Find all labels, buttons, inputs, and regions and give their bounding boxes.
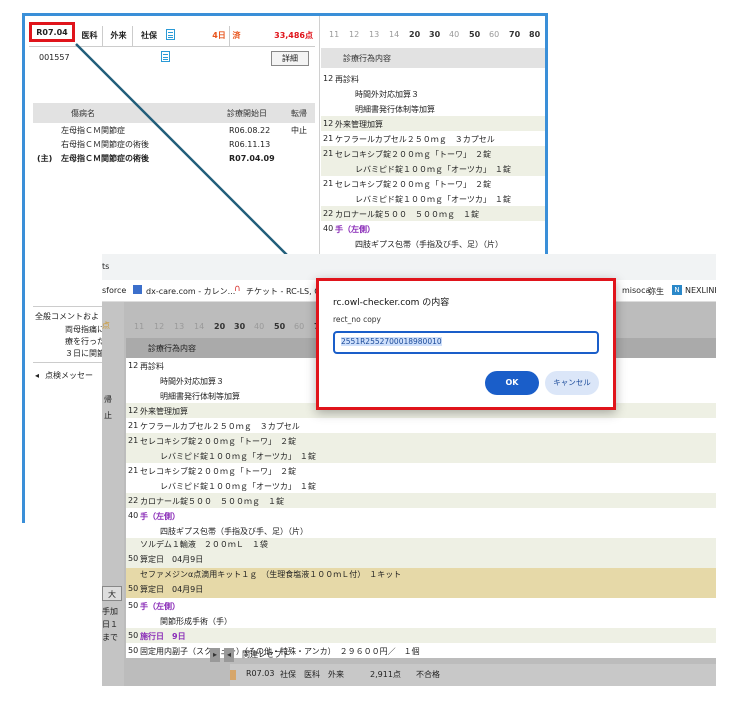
tab-fragment: ts — [102, 262, 110, 271]
detail-row[interactable]: 50 セファメジンα点滴用キット１ｇ （生理食塩液１００ｍＬ付） １キット 算定日 … — [126, 568, 716, 598]
detail-row[interactable]: レバミピド錠１００ｍｇ「オーツカ」 １錠 — [126, 478, 716, 493]
detail-header-label: 診療行為内容 — [148, 344, 196, 353]
expand-right-icon[interactable]: ▸ — [210, 648, 220, 662]
detail-subtext: 算定日 04月9日 — [140, 585, 204, 594]
dialog-label: rect_no copy — [333, 315, 381, 324]
related-insurance: 社保 — [280, 670, 296, 679]
left-fragment: 止 — [104, 411, 112, 420]
detail-code: 12 — [128, 361, 139, 370]
left-fragment: まで — [102, 633, 118, 642]
ok-button[interactable]: OK — [485, 371, 539, 395]
related-place: 外来 — [328, 670, 344, 679]
detail-text: 手（左側） — [140, 512, 180, 521]
detail-text: レバミピド錠１００ｍｇ「オーツカ」 １錠 — [160, 482, 316, 491]
detail-row[interactable]: 21 セレコキシブ錠２００ｍｇ「トーワ」 ２錠 — [126, 433, 716, 448]
detail-code: 50 — [128, 584, 139, 593]
cancel-button[interactable]: キャンセル — [545, 371, 599, 395]
tick-label: 14 — [194, 322, 205, 331]
detail-row[interactable]: 四肢ギプス包帯（手指及び手、足）（片） — [126, 523, 716, 538]
bookmark-misoca[interactable]: misoca — [622, 286, 650, 295]
detail-row[interactable]: レバミピド錠１００ｍｇ「オーツカ」 １錠 — [126, 448, 716, 463]
detail-code: 21 — [128, 436, 139, 445]
detail-text: 四肢ギプス包帯（手指及び手、足）（片） — [160, 527, 308, 536]
row-marker — [230, 670, 236, 680]
detail-row[interactable]: 50 手（左側） — [126, 598, 716, 613]
tick-label: 20 — [214, 322, 226, 331]
tick-label: 50 — [274, 322, 286, 331]
ticket-icon: ∩ — [234, 284, 241, 294]
detail-code: 21 — [128, 466, 139, 475]
detail-code: 40 — [128, 511, 139, 520]
detail-code: 50 — [128, 631, 139, 640]
detail-code: 50 — [128, 646, 139, 655]
detail-text: 関節形成手術（手） — [160, 617, 232, 626]
alert-dialog: rc.owl-checker.com の内容 rect_no copy 2551… — [316, 278, 616, 410]
copy-value-input[interactable]: 2551R2552700018980010 — [333, 331, 599, 354]
expand-left-icon[interactable]: ◂ — [224, 648, 234, 662]
left-fragment: 点 — [102, 321, 110, 330]
detail-text: カロナール錠５００ ５００ｍｇ １錠 — [140, 497, 284, 506]
detail-text: 時間外対応加算３ — [160, 377, 224, 386]
related-points: 2,911点 — [370, 670, 401, 679]
nexlink-icon: N — [672, 285, 682, 295]
related-date: R07.03 — [246, 669, 275, 678]
detail-text: セレコキシブ錠２００ｍｇ「トーワ」 ２錠 — [140, 467, 296, 476]
tick-label: 30 — [234, 322, 246, 331]
related-result: 不合格 — [416, 670, 440, 679]
detail-row[interactable]: 21 ケフラールカプセル２５０ｍｇ ３カプセル — [126, 418, 716, 433]
detail-code: 50 — [128, 601, 139, 610]
related-receipt-label: 関連レセプト — [242, 650, 290, 659]
dx-care-icon — [133, 285, 142, 294]
copy-value-text: 2551R2552700018980010 — [341, 337, 442, 346]
left-fragment[interactable]: 大 — [102, 586, 122, 601]
browser-tabbar: ts — [102, 254, 716, 280]
bookmark-yayoi[interactable]: 弥生 — [648, 286, 664, 297]
detail-code: 22 — [128, 496, 139, 505]
tick-label: 60 — [294, 322, 305, 331]
detail-row[interactable]: 50 施行日 9日 — [126, 628, 716, 643]
detail-text: ソルデム１輸液 ２００ｍＬ １袋 — [140, 540, 268, 549]
detail-text: 明細書発行体制等加算 — [160, 392, 240, 401]
tick-label: 13 — [174, 322, 185, 331]
detail-text: レバミピド錠１００ｍｇ「オーツカ」 １錠 — [160, 452, 316, 461]
bookmark-dx-care[interactable]: dx-care.com - カレン... — [146, 286, 235, 297]
detail-row[interactable]: 関節形成手術（手） — [126, 613, 716, 628]
detail-text: 手（左側） — [140, 602, 180, 611]
tick-label: 40 — [254, 322, 265, 331]
related-receipt-row[interactable]: R07.03 社保 医科 外来 2,911点 不合格 — [230, 664, 716, 686]
detail-text: セレコキシブ錠２００ｍｇ「トーワ」 ２錠 — [140, 437, 296, 446]
related-kind: 医科 — [304, 670, 320, 679]
detail-row[interactable]: 50 ソルデム１輸液 ２００ｍＬ １袋 算定日 04月9日 — [126, 538, 716, 568]
detail-text: 再診料 — [140, 362, 164, 371]
detail-row[interactable]: 40 手（左側） — [126, 508, 716, 523]
dialog-title: rc.owl-checker.com の内容 — [333, 298, 450, 308]
detail-text: セファメジンα点滴用キット１ｇ （生理食塩液１００ｍＬ付） １キット — [140, 570, 402, 579]
detail-row[interactable]: 22 カロナール錠５００ ５００ｍｇ １錠 — [126, 493, 716, 508]
detail-code: 21 — [128, 421, 139, 430]
detail-row[interactable]: 21 セレコキシブ錠２００ｍｇ「トーワ」 ２錠 — [126, 463, 716, 478]
detail-text: 外来管理加算 — [140, 407, 188, 416]
detail-code: 50 — [128, 554, 139, 563]
bookmark-sforce[interactable]: sforce — [102, 286, 126, 295]
detail-subtext: 算定日 04月9日 — [140, 555, 204, 564]
detail-text: ケフラールカプセル２５０ｍｇ ３カプセル — [140, 422, 300, 431]
tick-label: 11 — [134, 322, 145, 331]
bookmark-nexlink[interactable]: NEXLINK — [685, 286, 716, 295]
detail-code: 12 — [128, 406, 139, 415]
detail-text: 施行日 9日 — [140, 632, 186, 641]
left-fragment: 帰 — [104, 395, 112, 404]
tick-label: 12 — [154, 322, 165, 331]
